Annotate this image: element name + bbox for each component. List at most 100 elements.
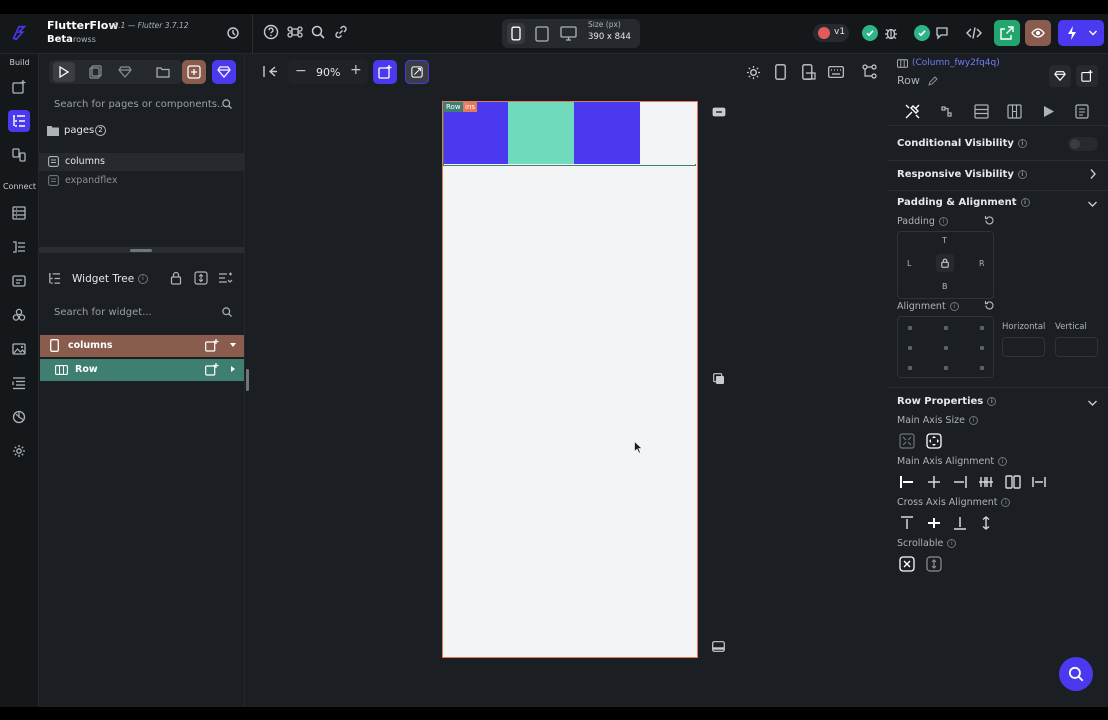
tab-properties-icon[interactable]	[905, 104, 920, 119]
copy-screen-icon[interactable]	[713, 373, 725, 385]
tree-view-icon[interactable]	[862, 64, 877, 79]
axis-size-min-icon[interactable]	[899, 433, 915, 449]
chat-icon[interactable]	[934, 25, 950, 41]
alignment-dot[interactable]	[908, 346, 912, 350]
alignment-dot[interactable]	[980, 326, 984, 330]
add-child-icon[interactable]	[205, 363, 219, 376]
eye-preview-icon[interactable]	[1025, 20, 1051, 46]
reset-padding-icon[interactable]	[984, 215, 995, 226]
edit-pencil-icon[interactable]	[928, 76, 938, 86]
alignment-dot[interactable]	[944, 326, 948, 330]
responsive-visibility-label[interactable]: Responsive Visibility i	[897, 169, 1027, 180]
version-badge[interactable]: v1	[813, 24, 849, 42]
rail-add-widget-icon[interactable]	[8, 76, 30, 98]
info-icon[interactable]: i	[1020, 197, 1030, 207]
rail-settings-icon[interactable]	[8, 440, 30, 462]
size-value[interactable]: 390 x 844	[588, 32, 631, 42]
rail-theme-icon[interactable]	[8, 304, 30, 326]
cross-axis-center-icon[interactable]	[926, 515, 942, 531]
info-icon[interactable]: i	[1001, 498, 1011, 507]
tab-animations-icon[interactable]	[1043, 105, 1055, 118]
alignment-dot[interactable]	[908, 366, 912, 370]
padding-right-input[interactable]: R	[979, 259, 985, 268]
tree-node-row[interactable]: Row	[40, 359, 244, 381]
conditional-visibility-toggle[interactable]	[1068, 137, 1098, 151]
toggle-nav-bar-icon[interactable]	[712, 107, 726, 117]
scrollable-on-icon[interactable]	[926, 556, 942, 572]
padding-left-input[interactable]: L	[907, 259, 911, 268]
command-icon[interactable]	[287, 24, 303, 40]
keyboard-icon[interactable]	[828, 66, 844, 78]
diamond-icon[interactable]	[1049, 65, 1071, 87]
page-selector-icon[interactable]	[53, 62, 75, 82]
main-axis-start-icon[interactable]	[899, 474, 915, 490]
tree-options-icon[interactable]	[218, 271, 233, 285]
cross-axis-end-icon[interactable]	[952, 515, 968, 531]
diamond-icon[interactable]	[118, 65, 132, 79]
diamond-premium-icon[interactable]	[212, 60, 236, 84]
check-icon[interactable]	[914, 25, 930, 41]
tree-node-columns[interactable]: columns	[40, 335, 244, 357]
info-icon[interactable]: i	[1017, 138, 1027, 148]
column-3[interactable]	[574, 102, 640, 164]
rail-integrations-icon[interactable]	[8, 406, 30, 428]
rail-custom-code-icon[interactable]	[8, 372, 30, 394]
main-axis-end-icon[interactable]	[952, 474, 968, 490]
info-icon[interactable]: i	[987, 396, 997, 406]
collapse-panel-icon[interactable]	[263, 65, 277, 78]
chevron-right-icon[interactable]	[1089, 168, 1097, 180]
reset-alignment-icon[interactable]	[984, 300, 995, 311]
page-item-columns[interactable]: columns	[39, 153, 244, 171]
rail-api-icon[interactable]	[8, 236, 30, 258]
alignment-grid[interactable]	[897, 316, 994, 378]
page-search-input[interactable]: Search for pages or components...	[39, 94, 244, 116]
rail-media-icon[interactable]	[8, 338, 30, 360]
device-screen[interactable]: Row ins	[442, 101, 698, 658]
link-icon[interactable]	[333, 24, 349, 40]
vertical-input[interactable]	[1055, 337, 1098, 357]
alignment-dot[interactable]	[980, 366, 984, 370]
alignment-dot[interactable]	[944, 366, 948, 370]
add-child-icon[interactable]	[205, 339, 219, 352]
rail-widget-tree-icon[interactable]	[8, 110, 30, 132]
info-icon[interactable]: i	[938, 217, 948, 226]
alignment-dot[interactable]	[944, 346, 948, 350]
flutterflow-logo-icon[interactable]	[10, 24, 28, 42]
tablet-device-icon[interactable]	[535, 26, 549, 42]
tab-actions-icon[interactable]	[939, 104, 954, 119]
zoom-out-button[interactable]: −	[295, 63, 307, 79]
info-icon[interactable]: i	[138, 274, 148, 284]
rail-app-state-icon[interactable]	[8, 270, 30, 292]
padding-top-input[interactable]: T	[942, 236, 947, 245]
tab-documentation-icon[interactable]	[1075, 104, 1089, 119]
lock-padding-icon[interactable]	[936, 254, 954, 272]
toggle-bottom-bar-icon[interactable]	[712, 641, 725, 652]
check-icon[interactable]	[862, 25, 878, 41]
phone-device-icon[interactable]	[507, 23, 525, 44]
zoom-in-button[interactable]: +	[350, 62, 362, 78]
padding-bottom-input[interactable]: B	[942, 282, 948, 291]
info-icon[interactable]: i	[998, 457, 1008, 466]
layers-icon[interactable]	[89, 65, 103, 79]
add-widget-icon[interactable]	[1076, 65, 1098, 87]
chevron-down-icon[interactable]	[1087, 200, 1098, 208]
main-axis-space-evenly-icon[interactable]	[1031, 474, 1047, 490]
device-frame-icon[interactable]	[775, 64, 786, 80]
expand-collapse-icon[interactable]	[194, 271, 208, 285]
lock-icon[interactable]	[170, 271, 182, 285]
scrollable-off-icon[interactable]	[899, 556, 915, 572]
info-icon[interactable]: i	[1017, 169, 1027, 179]
floating-search-button[interactable]	[1059, 657, 1093, 691]
open-external-icon[interactable]	[994, 20, 1020, 46]
info-icon[interactable]: i	[949, 302, 959, 311]
cross-axis-stretch-icon[interactable]	[978, 515, 994, 531]
chevron-down-icon[interactable]	[1087, 399, 1098, 407]
bug-icon[interactable]	[883, 25, 899, 41]
page-item-expandflex[interactable]: expandflex	[39, 172, 244, 190]
column-4[interactable]	[640, 102, 697, 164]
rail-storyboard-icon[interactable]	[8, 144, 30, 166]
column-2[interactable]	[508, 102, 574, 164]
rail-database-icon[interactable]	[8, 202, 30, 224]
info-icon[interactable]: i	[968, 416, 978, 425]
split-handle[interactable]	[130, 249, 152, 252]
